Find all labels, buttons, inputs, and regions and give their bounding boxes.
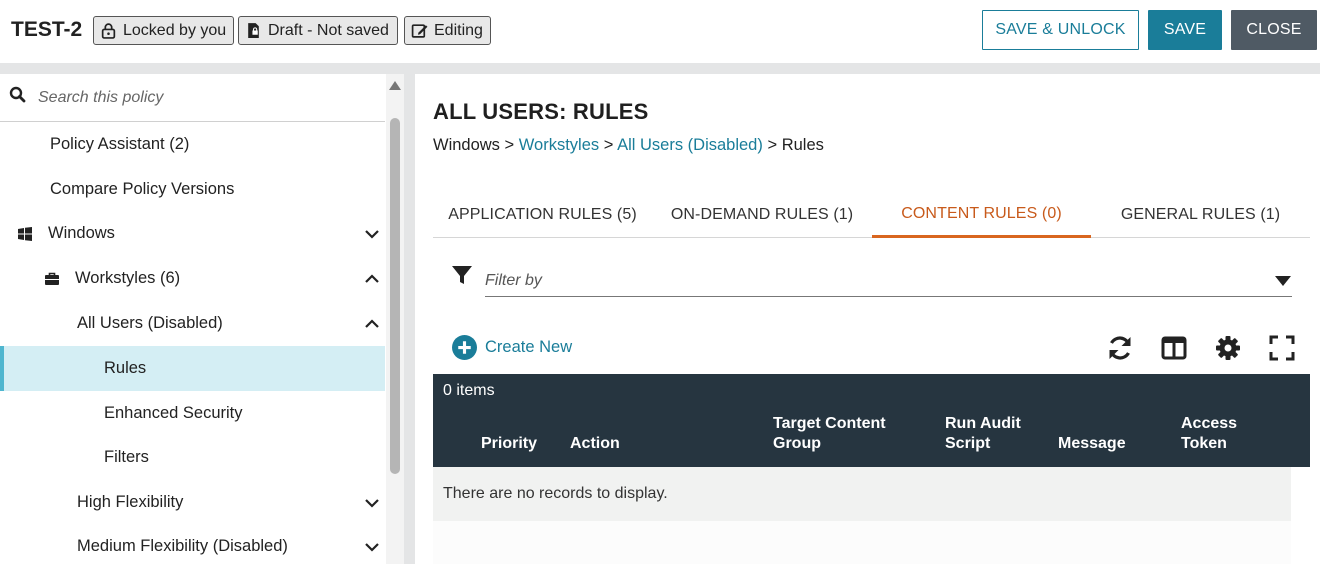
empty-grid-message: There are no records to display.: [443, 485, 668, 502]
column-header-label: Token: [1181, 435, 1227, 452]
edit-icon: [411, 24, 428, 38]
editing-badge: Editing: [404, 16, 491, 45]
tab-on-demand-rules[interactable]: ON-DEMAND RULES (1): [652, 192, 872, 238]
breadcrumb-separator: >: [767, 136, 778, 154]
tab-content-rules[interactable]: CONTENT RULES (0): [872, 192, 1091, 238]
breadcrumb-root: Windows: [433, 136, 500, 154]
chevron-down-icon[interactable]: [364, 226, 380, 242]
breadcrumb: Windows > Workstyles > All Users (Disabl…: [433, 136, 824, 155]
save-and-unlock-button[interactable]: SAVE & UNLOCK: [982, 10, 1139, 50]
column-header-action[interactable]: Action: [570, 434, 620, 454]
sidebar-item-label: Workstyles (6): [75, 269, 181, 287]
breadcrumb-separator: >: [603, 136, 614, 154]
briefcase-icon: [45, 272, 59, 285]
grid-body: There are no records to display.: [433, 467, 1291, 521]
column-header-label: Priority: [481, 435, 538, 452]
sidebar-item-label: All Users (Disabled): [77, 314, 223, 332]
panel-divider: [404, 74, 415, 564]
sidebar-item-label: Enhanced Security: [104, 404, 243, 422]
sidebar-item-windows[interactable]: Windows: [0, 211, 385, 256]
caret-down-icon[interactable]: [1275, 276, 1291, 286]
filter-icon: [452, 266, 472, 284]
tab-general-rules[interactable]: GENERAL RULES (1): [1091, 192, 1310, 238]
sidebar-item-compare-versions[interactable]: Compare Policy Versions: [0, 167, 385, 212]
lock-icon: [101, 23, 116, 39]
breadcrumb-link-workstyles[interactable]: Workstyles: [519, 136, 599, 154]
column-header-access-token[interactable]: Access Token: [1181, 414, 1237, 454]
chevron-up-icon[interactable]: [364, 316, 380, 332]
locked-badge: Locked by you: [93, 16, 234, 45]
breadcrumb-link-all-users[interactable]: All Users (Disabled): [617, 136, 763, 154]
column-header-label: Action: [570, 435, 620, 452]
column-header-label: Message: [1058, 435, 1126, 452]
column-header-target-content-group[interactable]: Target Content Group: [773, 414, 886, 454]
breadcrumb-separator: >: [504, 136, 515, 154]
column-header-priority[interactable]: Priority: [481, 434, 537, 454]
page-title: ALL USERS: RULES: [433, 99, 649, 124]
header-divider: [0, 63, 1320, 74]
column-header-run-audit-script[interactable]: Run Audit Script: [945, 414, 1021, 454]
chevron-down-icon[interactable]: [364, 539, 380, 555]
sidebar-item-label: Medium Flexibility (Disabled): [77, 537, 288, 555]
sidebar-item-all-users[interactable]: All Users (Disabled): [0, 301, 385, 346]
sidebar-item-policy-assistant[interactable]: Policy Assistant (2): [0, 122, 385, 167]
refresh-icon[interactable]: [1106, 334, 1134, 362]
editing-badge-label: Editing: [434, 21, 483, 39]
column-header-label: Target Content: [773, 415, 886, 432]
sidebar-item-label: Policy Assistant (2): [50, 135, 190, 153]
sidebar-item-label: Filters: [104, 448, 149, 466]
search-input[interactable]: [38, 85, 368, 111]
chevron-down-icon[interactable]: [364, 495, 380, 511]
fullscreen-icon[interactable]: [1268, 334, 1296, 362]
draft-badge: Draft - Not saved: [238, 16, 398, 45]
rules-tabs: APPLICATION RULES (5) ON-DEMAND RULES (1…: [433, 192, 1310, 238]
sidebar-item-filters[interactable]: Filters: [0, 435, 385, 480]
sidebar-item-label: High Flexibility: [77, 493, 184, 511]
header-bar: TEST-2 Locked by you Draft - Not saved E…: [0, 0, 1320, 63]
filter-input[interactable]: [485, 267, 1245, 295]
search-icon: [9, 86, 26, 103]
sidebar-item-medium-flexibility[interactable]: Medium Flexibility (Disabled): [0, 524, 385, 564]
column-header-label: Script: [945, 435, 991, 452]
columns-icon[interactable]: [1160, 334, 1188, 362]
plus-circle-icon: [452, 335, 477, 360]
policy-title: TEST-2: [11, 18, 83, 41]
column-header-label: Access: [1181, 415, 1238, 432]
sidebar-item-label: Windows: [48, 224, 115, 242]
column-header-label: Group: [773, 435, 821, 452]
sidebar-item-rules[interactable]: Rules: [0, 346, 385, 391]
sidebar-item-label: Rules: [104, 359, 147, 377]
grid-empty-area: [433, 521, 1291, 564]
locked-badge-label: Locked by you: [123, 21, 227, 39]
column-header-label: Run Audit: [945, 415, 1021, 432]
create-new-button[interactable]: Create New: [452, 335, 572, 360]
sidebar-item-label: Compare Policy Versions: [50, 180, 235, 198]
create-new-label: Create New: [485, 338, 573, 356]
save-button[interactable]: SAVE: [1148, 10, 1222, 50]
main-content: ALL USERS: RULES Windows > Workstyles > …: [415, 74, 1320, 564]
grid-header: 0 items Priority Action Target Content G…: [433, 374, 1310, 467]
breadcrumb-current: Rules: [781, 136, 824, 154]
windows-icon: [18, 226, 32, 241]
filter-dropdown[interactable]: [485, 267, 1292, 297]
sidebar-item-workstyles[interactable]: Workstyles (6): [0, 256, 385, 301]
tab-application-rules[interactable]: APPLICATION RULES (5): [433, 192, 652, 238]
file-lock-icon: [248, 23, 259, 38]
scrollbar-thumb[interactable]: [390, 118, 400, 474]
scroll-up-arrow-icon[interactable]: [389, 80, 401, 90]
sidebar-item-enhanced-security[interactable]: Enhanced Security: [0, 391, 385, 436]
policy-sidebar: Policy Assistant (2) Compare Policy Vers…: [0, 74, 404, 564]
gear-icon[interactable]: [1214, 334, 1242, 362]
close-button[interactable]: CLOSE: [1231, 10, 1317, 50]
sidebar-item-high-flexibility[interactable]: High Flexibility: [0, 480, 385, 525]
draft-badge-label: Draft - Not saved: [268, 21, 389, 39]
chevron-up-icon[interactable]: [364, 271, 380, 287]
column-header-message[interactable]: Message: [1058, 434, 1126, 454]
items-count: 0 items: [443, 382, 495, 399]
sidebar-search: [0, 74, 385, 122]
